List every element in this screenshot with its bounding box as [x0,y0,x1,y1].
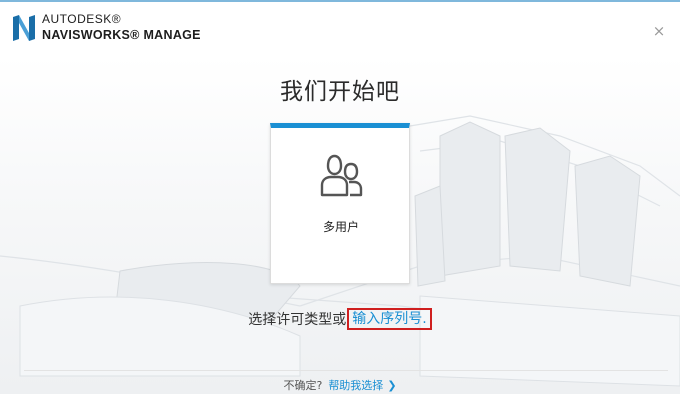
chevron-right-icon[interactable]: ❯ [387,379,396,392]
help-me-choose-link[interactable]: 帮助我选择 [328,379,383,392]
close-button[interactable]: × [652,24,666,39]
unsure-text: 不确定? [283,379,323,392]
license-dialog: AUTODESK® NAVISWORKS® MANAGE × 我们开始吧 多用户… [0,0,680,394]
choose-license-text: 选择许可类型或 [248,312,347,328]
multi-user-icon [320,154,363,197]
enter-serial-link[interactable]: 输入序列号. [347,308,432,330]
autodesk-logo-icon [13,15,35,41]
dialog-header: AUTODESK® NAVISWORKS® MANAGE × [0,2,680,56]
multi-user-license-card[interactable]: 多用户 [270,123,410,284]
brand-company: AUTODESK® [42,12,122,26]
footer-divider [24,370,668,371]
footer: 不确定? 帮助我选择 ❯ [0,377,680,393]
page-title: 我们开始吧 [280,79,400,105]
license-choice-row: 选择许可类型或 输入序列号. [0,308,680,330]
card-label: 多用户 [322,220,359,234]
brand-product: NAVISWORKS® MANAGE [42,28,201,42]
